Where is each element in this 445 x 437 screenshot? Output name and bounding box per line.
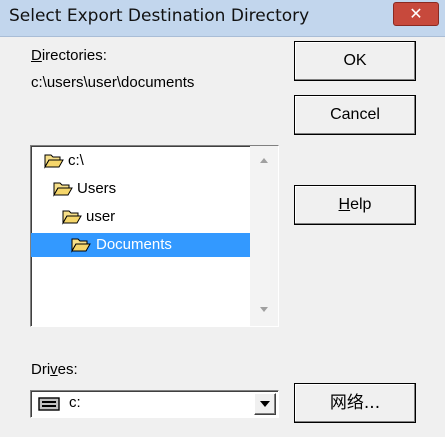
open-folder-icon (62, 210, 82, 225)
drives-dropdown[interactable]: c: (30, 390, 279, 418)
window-title: Select Export Destination Directory (9, 6, 310, 26)
dialog-window: Select Export Destination Directory ✕ Di… (0, 0, 445, 437)
scroll-up-icon[interactable] (250, 146, 278, 174)
current-path: c:\users\user\documents (31, 74, 195, 91)
ok-button[interactable]: OK (294, 41, 416, 81)
open-folder-icon (53, 182, 73, 197)
dropdown-button[interactable] (254, 393, 276, 415)
drives-label: Drives: (31, 361, 78, 378)
scroll-down-icon[interactable] (250, 296, 278, 324)
drive-value: c: (69, 394, 81, 411)
network-button[interactable]: 网络... (294, 383, 416, 423)
open-folder-icon (44, 154, 64, 169)
open-folder-icon (71, 238, 91, 253)
tree-item-documents[interactable]: Documents (31, 233, 250, 257)
close-button[interactable]: ✕ (393, 2, 439, 26)
cancel-button[interactable]: Cancel (294, 95, 416, 135)
close-icon: ✕ (409, 4, 423, 23)
drive-icon (38, 397, 60, 411)
help-button[interactable]: Help (294, 185, 416, 225)
directory-scrollbar[interactable] (250, 146, 278, 326)
chevron-down-icon (260, 401, 270, 407)
directories-label: Directories: (31, 47, 107, 64)
title-bar[interactable]: Select Export Destination Directory ✕ (0, 0, 445, 37)
